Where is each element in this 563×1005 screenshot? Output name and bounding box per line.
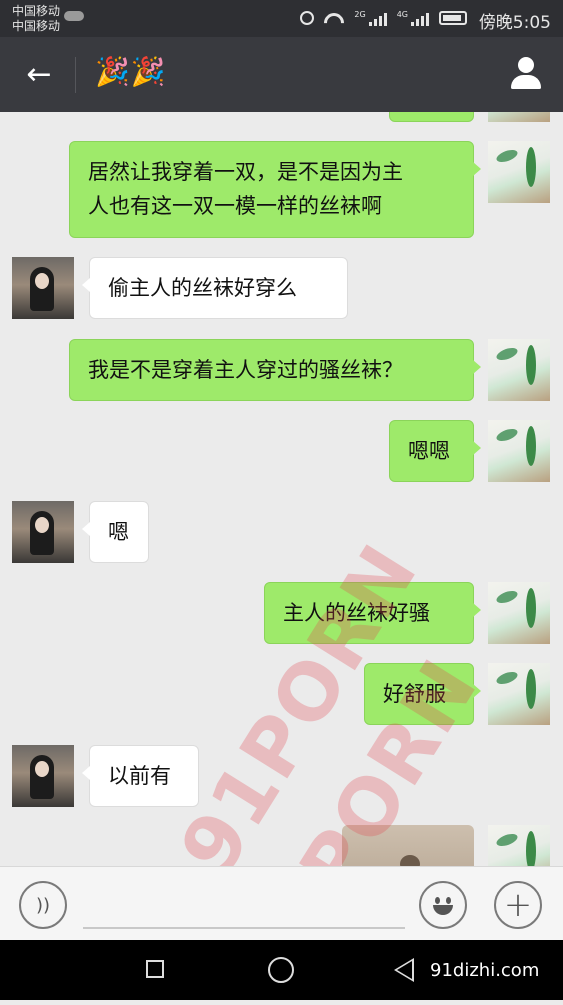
wifi-icon	[324, 11, 344, 25]
message-text: 以前有	[108, 764, 171, 788]
message-text: 好舒服	[383, 682, 446, 706]
site-watermark: 91dizhi.com	[430, 960, 540, 981]
contact-avatar[interactable]	[12, 745, 74, 807]
message-sent[interactable]	[389, 112, 474, 122]
header-divider	[75, 57, 76, 93]
signal-2-label: 4G	[396, 10, 408, 19]
carrier-info: 中国移动 中国移动	[12, 4, 60, 34]
message-line: 人也有这一双一模一样的丝袜啊	[88, 194, 382, 218]
voice-icon[interactable]: ))	[19, 881, 67, 929]
message-sent[interactable]: 主人的丝袜好骚	[264, 582, 481, 644]
signal-icon-2: 4G	[397, 10, 429, 26]
my-avatar[interactable]	[488, 420, 550, 482]
signal-icon-1: 2G	[354, 10, 387, 26]
battery-icon	[439, 11, 467, 25]
my-avatar[interactable]	[488, 825, 550, 866]
back-icon[interactable]	[394, 958, 414, 982]
message-line: 居然让我穿着一双，是不是因为主	[88, 160, 403, 184]
message-text: 嗯嗯	[408, 439, 450, 463]
signal-1-label: 2G	[354, 10, 366, 19]
my-avatar[interactable]	[488, 112, 550, 122]
cloud-icon	[64, 11, 84, 21]
back-arrow-icon[interactable]: ←	[22, 57, 56, 92]
home-icon[interactable]	[268, 957, 294, 983]
message-sent[interactable]: 居然让我穿着一双，是不是因为主 人也有这一双一模一样的丝袜啊	[69, 141, 481, 238]
status-bar: 中国移动 中国移动 2G 4G 傍晚5:05	[0, 0, 563, 37]
message-input[interactable]	[83, 927, 405, 929]
message-sent[interactable]: 嗯嗯	[389, 420, 481, 482]
input-bar: )) +	[0, 866, 563, 940]
contact-avatar[interactable]	[12, 501, 74, 563]
message-text: 主人的丝袜好骚	[283, 601, 430, 625]
message-text: 偷主人的丝袜好穿么	[108, 276, 297, 300]
message-sent[interactable]: 我是不是穿着主人穿过的骚丝袜？	[69, 339, 481, 401]
chat-area[interactable]: 居然让我穿着一双，是不是因为主 人也有这一双一模一样的丝袜啊 偷主人的丝袜好穿么…	[0, 112, 563, 866]
my-avatar[interactable]	[488, 339, 550, 401]
chat-header: ← 🎉🎉	[0, 37, 563, 112]
recent-apps-icon[interactable]	[146, 960, 164, 978]
plus-icon[interactable]: +	[494, 881, 542, 929]
message-text: 我是不是穿着主人穿过的骚丝袜？	[88, 358, 403, 382]
message-received[interactable]: 嗯	[82, 501, 149, 563]
message-sent[interactable]: 好舒服	[364, 663, 481, 725]
message-received[interactable]: 偷主人的丝袜好穿么	[82, 257, 348, 319]
system-nav-bar: 91dizhi.com	[0, 940, 563, 1000]
chat-title: 🎉🎉	[95, 55, 167, 88]
status-icons: 2G 4G	[300, 8, 467, 28]
emoji-icon[interactable]	[419, 881, 467, 929]
status-time: 傍晚5:05	[478, 13, 551, 33]
my-avatar[interactable]	[488, 141, 550, 203]
image-message[interactable]	[342, 825, 474, 866]
carrier-1: 中国移动	[12, 4, 61, 18]
carrier-2: 中国移动	[12, 19, 61, 33]
my-avatar[interactable]	[488, 582, 550, 644]
my-avatar[interactable]	[488, 663, 550, 725]
alarm-icon	[300, 11, 315, 25]
person-icon[interactable]	[509, 57, 543, 91]
contact-avatar[interactable]	[12, 257, 74, 319]
message-text: 嗯	[108, 520, 129, 544]
message-received[interactable]: 以前有	[82, 745, 199, 807]
